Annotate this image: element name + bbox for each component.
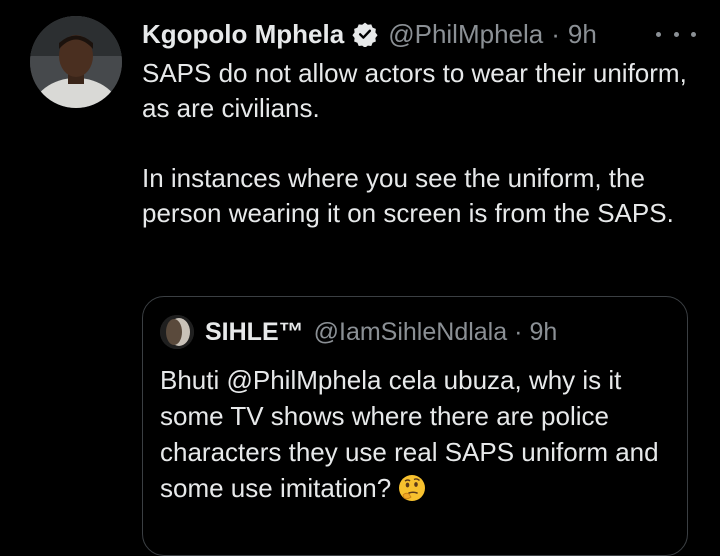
verified-badge-icon — [352, 21, 378, 48]
separator-dot: · — [551, 18, 560, 49]
tweet[interactable]: Kgopolo Mphela @PhilMphela · 9h SAPS do … — [0, 0, 720, 556]
more-options-icon[interactable] — [656, 24, 696, 44]
quoted-tweet-timestamp: 9h — [529, 317, 558, 346]
tweet-header: Kgopolo Mphela @PhilMphela · 9h — [142, 16, 597, 52]
quoted-tweet-text: Bhuti @PhilMphela cela ubuza, why is it … — [160, 362, 680, 506]
tweet-paragraph: In instances where you see the uniform, … — [142, 163, 674, 228]
tweet-text: SAPS do not allow actors to wear their u… — [142, 56, 702, 231]
quoted-tweet-header: SIHLE™ @IamSihleNdlala · 9h — [205, 314, 557, 350]
author-handle[interactable]: @PhilMphela — [388, 19, 543, 50]
quoted-tweet[interactable]: SIHLE™ @IamSihleNdlala · 9h Bhuti @PhilM… — [142, 296, 688, 556]
tweet-paragraph: SAPS do not allow actors to wear their u… — [142, 58, 687, 123]
quoted-author-avatar — [160, 315, 194, 349]
separator-dot: · — [514, 317, 523, 346]
quoted-author-name: SIHLE™ — [205, 317, 304, 346]
author-avatar[interactable] — [30, 16, 122, 108]
thinking-face-emoji — [397, 473, 427, 503]
quoted-author-handle: @IamSihleNdlala — [313, 317, 508, 346]
author-name[interactable]: Kgopolo Mphela — [142, 19, 344, 50]
tweet-timestamp[interactable]: 9h — [568, 19, 597, 50]
